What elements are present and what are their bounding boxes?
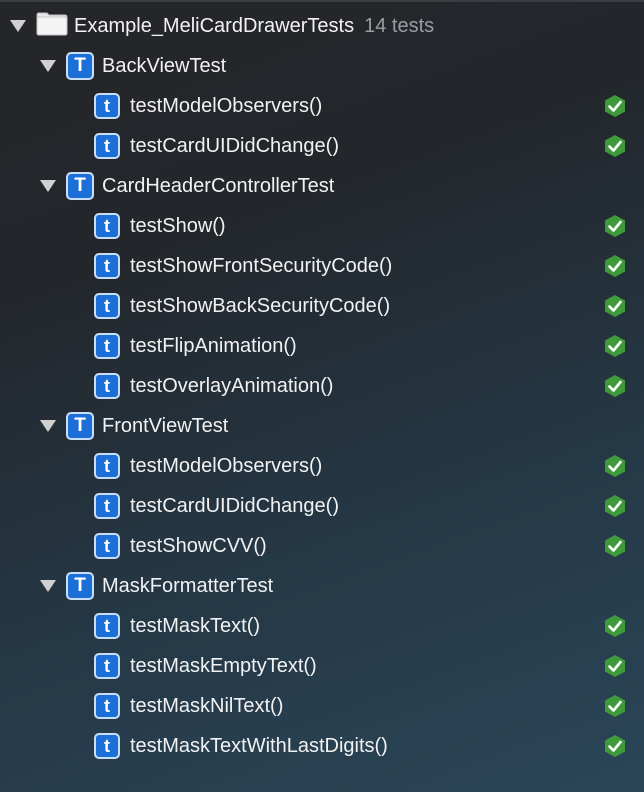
test-case-icon: t [94, 133, 120, 159]
test-case-icon: t [94, 733, 120, 759]
test-case-row[interactable]: t testFlipAnimation() [0, 326, 644, 366]
passed-check-icon[interactable] [603, 534, 627, 558]
test-case-row[interactable]: t testOverlayAnimation() [0, 366, 644, 406]
test-case-row[interactable]: t testShow() [0, 206, 644, 246]
test-case-icon: t [94, 373, 120, 399]
test-case-icon: t [94, 93, 120, 119]
test-case-name: testShowFrontSecurityCode() [130, 255, 393, 277]
test-suite-icon: T [66, 412, 94, 440]
test-suite-row[interactable]: T CardHeaderControllerTest [0, 166, 644, 206]
test-suite-row[interactable]: T BackViewTest [0, 46, 644, 86]
test-case-row[interactable]: t testMaskTextWithLastDigits() [0, 726, 644, 766]
passed-check-icon[interactable] [603, 214, 627, 238]
test-suite-icon: T [66, 172, 94, 200]
test-case-row[interactable]: t testModelObservers() [0, 86, 644, 126]
test-case-row[interactable]: t testModelObservers() [0, 446, 644, 486]
passed-check-icon[interactable] [603, 334, 627, 358]
passed-check-icon[interactable] [603, 254, 627, 278]
test-case-row[interactable]: t testCardUIDidChange() [0, 126, 644, 166]
passed-check-icon[interactable] [603, 454, 627, 478]
test-count: 14 tests [364, 15, 435, 37]
passed-check-icon[interactable] [603, 294, 627, 318]
test-case-name: testShowBackSecurityCode() [130, 295, 391, 317]
passed-check-icon[interactable] [603, 374, 627, 398]
test-target-name: Example_MeliCardDrawerTests [74, 15, 355, 37]
test-suite-name: CardHeaderControllerTest [102, 175, 335, 197]
test-case-icon: t [94, 613, 120, 639]
test-case-row[interactable]: t testShowBackSecurityCode() [0, 286, 644, 326]
test-case-name: testCardUIDidChange() [130, 135, 339, 157]
test-suite-name: MaskFormatterTest [102, 575, 274, 597]
test-suite-name: BackViewTest [102, 55, 227, 77]
test-case-name: testMaskEmptyText() [130, 655, 317, 677]
test-case-icon: t [94, 453, 120, 479]
passed-check-icon[interactable] [603, 494, 627, 518]
test-case-name: testFlipAnimation() [130, 335, 297, 357]
test-case-name: testModelObservers() [130, 95, 323, 117]
test-case-row[interactable]: t testCardUIDidChange() [0, 486, 644, 526]
test-case-row[interactable]: t testMaskText() [0, 606, 644, 646]
test-root-row[interactable]: Example_MeliCardDrawerTests 14 tests [0, 6, 644, 46]
passed-check-icon[interactable] [603, 134, 627, 158]
test-case-row[interactable]: t testMaskEmptyText() [0, 646, 644, 686]
test-case-row[interactable]: t testShowFrontSecurityCode() [0, 246, 644, 286]
folder-icon [36, 12, 68, 36]
disclosure-triangle-icon[interactable] [40, 60, 56, 72]
passed-check-icon[interactable] [603, 94, 627, 118]
test-case-icon: t [94, 533, 120, 559]
test-case-icon: t [94, 693, 120, 719]
test-case-name: testShow() [130, 215, 226, 237]
test-suite-row[interactable]: T FrontViewTest [0, 406, 644, 446]
test-case-icon: t [94, 253, 120, 279]
test-case-icon: t [94, 213, 120, 239]
test-case-name: testCardUIDidChange() [130, 495, 339, 517]
test-case-name: testMaskText() [130, 615, 261, 637]
test-case-name: testOverlayAnimation() [130, 375, 334, 397]
test-target-label: Example_MeliCardDrawerTests 14 tests [74, 14, 434, 38]
test-case-icon: t [94, 333, 120, 359]
passed-check-icon[interactable] [603, 734, 627, 758]
test-case-icon: t [94, 493, 120, 519]
test-case-icon: t [94, 293, 120, 319]
disclosure-triangle-icon[interactable] [10, 20, 26, 32]
passed-check-icon[interactable] [603, 694, 627, 718]
test-case-name: testShowCVV() [130, 535, 267, 557]
test-suite-icon: T [66, 52, 94, 80]
test-suite-row[interactable]: T MaskFormatterTest [0, 566, 644, 606]
test-suite-name: FrontViewTest [102, 415, 229, 437]
test-case-row[interactable]: t testShowCVV() [0, 526, 644, 566]
disclosure-triangle-icon[interactable] [40, 180, 56, 192]
top-border [0, 0, 644, 2]
test-suite-icon: T [66, 572, 94, 600]
disclosure-triangle-icon[interactable] [40, 420, 56, 432]
test-case-name: testMaskTextWithLastDigits() [130, 735, 388, 757]
passed-check-icon[interactable] [603, 654, 627, 678]
test-case-name: testMaskNilText() [130, 695, 284, 717]
disclosure-triangle-icon[interactable] [40, 580, 56, 592]
passed-check-icon[interactable] [603, 614, 627, 638]
test-case-name: testModelObservers() [130, 455, 323, 477]
test-case-icon: t [94, 653, 120, 679]
test-case-row[interactable]: t testMaskNilText() [0, 686, 644, 726]
